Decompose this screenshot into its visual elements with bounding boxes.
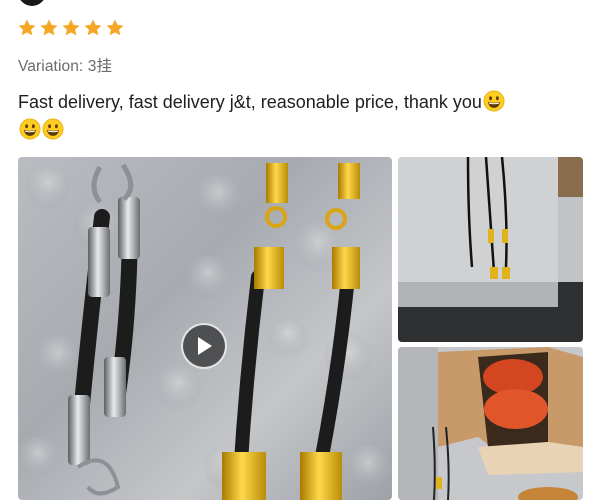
- grinning-face-icon: [42, 118, 64, 140]
- parcel-box-photo: [398, 347, 583, 500]
- star-icon: [18, 19, 36, 36]
- review-image-thumbnail-2[interactable]: [398, 347, 583, 500]
- star-icon: [84, 19, 102, 36]
- review-text: Fast delivery, fast delivery j&t, reason…: [18, 92, 482, 112]
- variation-label: Variation: 3挂: [18, 58, 113, 75]
- review-video-thumbnail[interactable]: [18, 157, 392, 500]
- grinning-face-icon: [483, 90, 505, 112]
- review-image-thumbnail-1[interactable]: [398, 157, 583, 342]
- star-rating: [17, 18, 125, 38]
- bracelets-on-bubble-wrap-photo: [398, 157, 583, 342]
- play-button[interactable]: [181, 323, 227, 369]
- review-text-block: Fast delivery, fast delivery j&t, reason…: [18, 88, 578, 144]
- play-icon: [198, 337, 212, 355]
- grinning-face-icon: [19, 118, 41, 140]
- star-icon: [62, 19, 80, 36]
- star-icon: [40, 19, 58, 36]
- reviewer-avatar[interactable]: [18, 0, 46, 6]
- star-icon: [106, 19, 124, 36]
